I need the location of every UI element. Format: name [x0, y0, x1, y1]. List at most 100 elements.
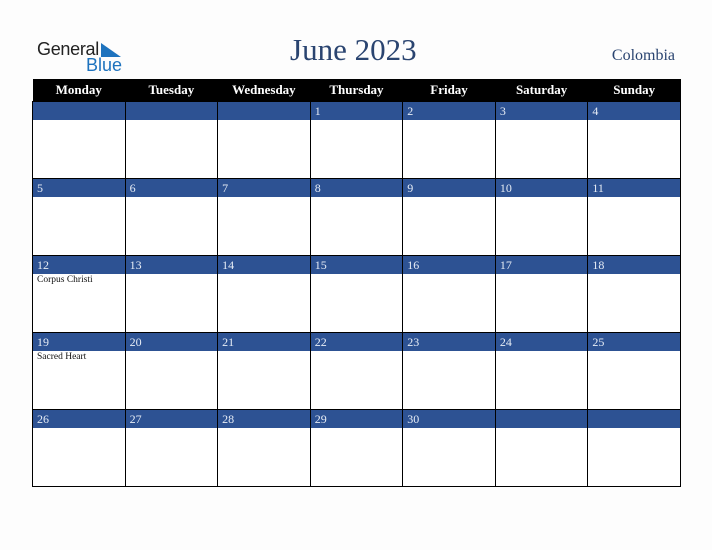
day-cell[interactable]: 12 Corpus Christi: [32, 255, 126, 333]
day-cell[interactable]: 1: [309, 101, 404, 179]
day-cell[interactable]: 13: [124, 255, 219, 333]
calendar-title: June 2023: [290, 32, 417, 67]
day-cell[interactable]: 28: [217, 409, 311, 487]
day-cell[interactable]: 4: [587, 101, 681, 179]
day-number: 29: [310, 410, 403, 428]
day-number: 18: [588, 256, 680, 274]
holiday-label: [403, 274, 495, 275]
day-number: 2: [403, 102, 495, 120]
day-number: 21: [218, 333, 310, 351]
holiday-label: [496, 351, 588, 352]
day-number: 12: [33, 256, 125, 274]
holiday-label: [218, 197, 310, 198]
holiday-label: [218, 428, 310, 429]
day-cell[interactable]: 21: [217, 332, 311, 410]
day-number: 7: [218, 179, 310, 197]
weekday-header: Thursday: [310, 79, 403, 102]
day-number: 3: [495, 102, 588, 120]
holiday-label: [403, 197, 495, 198]
day-cell[interactable]: [217, 101, 311, 179]
holiday-label: [311, 274, 403, 275]
holiday-label: [33, 428, 125, 429]
day-number: 22: [310, 333, 403, 351]
day-cell[interactable]: 26: [32, 409, 126, 487]
day-number: 16: [403, 256, 495, 274]
holiday-label: [496, 428, 588, 429]
day-cell[interactable]: [124, 101, 219, 179]
day-cell[interactable]: 17: [494, 255, 589, 333]
holiday-label: [126, 274, 218, 275]
day-cell[interactable]: 2: [402, 101, 496, 179]
weekday-header: Sunday: [587, 79, 681, 102]
holiday-label: Sacred Heart: [37, 352, 87, 362]
holiday-label: [496, 274, 588, 275]
day-number: 20: [125, 333, 218, 351]
day-cell[interactable]: 14: [217, 255, 311, 333]
weekday-header: Monday: [32, 79, 126, 102]
day-cell[interactable]: 16: [402, 255, 496, 333]
day-cell[interactable]: 9: [402, 178, 496, 256]
holiday-label: [588, 197, 680, 198]
holiday-label: [588, 120, 680, 121]
day-cell[interactable]: 6: [124, 178, 219, 256]
day-cell[interactable]: [587, 409, 681, 487]
day-number: 19: [33, 333, 125, 351]
day-cell[interactable]: [494, 409, 589, 487]
holiday-label: [403, 120, 495, 121]
day-number: [33, 102, 125, 120]
holiday-label: [126, 197, 218, 198]
holiday-label: [311, 428, 403, 429]
day-number: 1: [310, 102, 403, 120]
day-number: 13: [125, 256, 218, 274]
weekday-header: Saturday: [495, 79, 588, 102]
holiday-label: [126, 120, 218, 121]
generalblue-logo: General Blue: [37, 39, 137, 75]
holiday-label: [311, 197, 403, 198]
day-number: [218, 102, 310, 120]
holiday-label: [33, 120, 125, 121]
day-cell[interactable]: 27: [124, 409, 219, 487]
day-cell[interactable]: 11: [587, 178, 681, 256]
holiday-label: [588, 274, 680, 275]
weekday-header: Tuesday: [125, 79, 218, 102]
day-cell[interactable]: 8: [309, 178, 404, 256]
week-row: 12 Corpus Christi 13 14 15 16 17 18: [32, 255, 681, 333]
day-cell[interactable]: 19 Sacred Heart: [32, 332, 126, 410]
calendar-grid: Monday Tuesday Wednesday Thursday Friday…: [32, 79, 681, 487]
country-label: Colombia: [611, 47, 675, 64]
week-row: 26 27 28 29 30: [32, 409, 681, 487]
day-cell[interactable]: 15: [309, 255, 404, 333]
weekday-header: Wednesday: [217, 79, 311, 102]
day-number: 9: [403, 179, 495, 197]
holiday-label: [496, 197, 588, 198]
day-cell[interactable]: 20: [124, 332, 219, 410]
day-number: 17: [495, 256, 588, 274]
day-cell[interactable]: 25: [587, 332, 681, 410]
holiday-label: [403, 351, 495, 352]
weekday-header: Friday: [402, 79, 496, 102]
day-cell[interactable]: 29: [309, 409, 404, 487]
day-number: 14: [218, 256, 310, 274]
day-cell[interactable]: 5: [32, 178, 126, 256]
week-row: 5 6 7 8 9 10 11: [32, 178, 681, 256]
holiday-label: [496, 120, 588, 121]
holiday-label: [126, 351, 218, 352]
day-cell[interactable]: 24: [494, 332, 589, 410]
day-cell[interactable]: 30: [402, 409, 496, 487]
day-cell[interactable]: [32, 101, 126, 179]
day-number: 15: [310, 256, 403, 274]
day-cell[interactable]: 22: [309, 332, 404, 410]
day-cell[interactable]: 23: [402, 332, 496, 410]
week-row: 1234: [32, 101, 681, 179]
day-cell[interactable]: 3: [494, 101, 589, 179]
day-number: 25: [588, 333, 680, 351]
holiday-label: [588, 428, 680, 429]
day-cell[interactable]: 10: [494, 178, 589, 256]
holiday-label: [33, 197, 125, 198]
holiday-label: [218, 274, 310, 275]
day-cell[interactable]: 7: [217, 178, 311, 256]
holiday-label: [403, 428, 495, 429]
holiday-label: Corpus Christi: [37, 275, 93, 285]
day-cell[interactable]: 18: [587, 255, 681, 333]
day-number: 6: [125, 179, 218, 197]
